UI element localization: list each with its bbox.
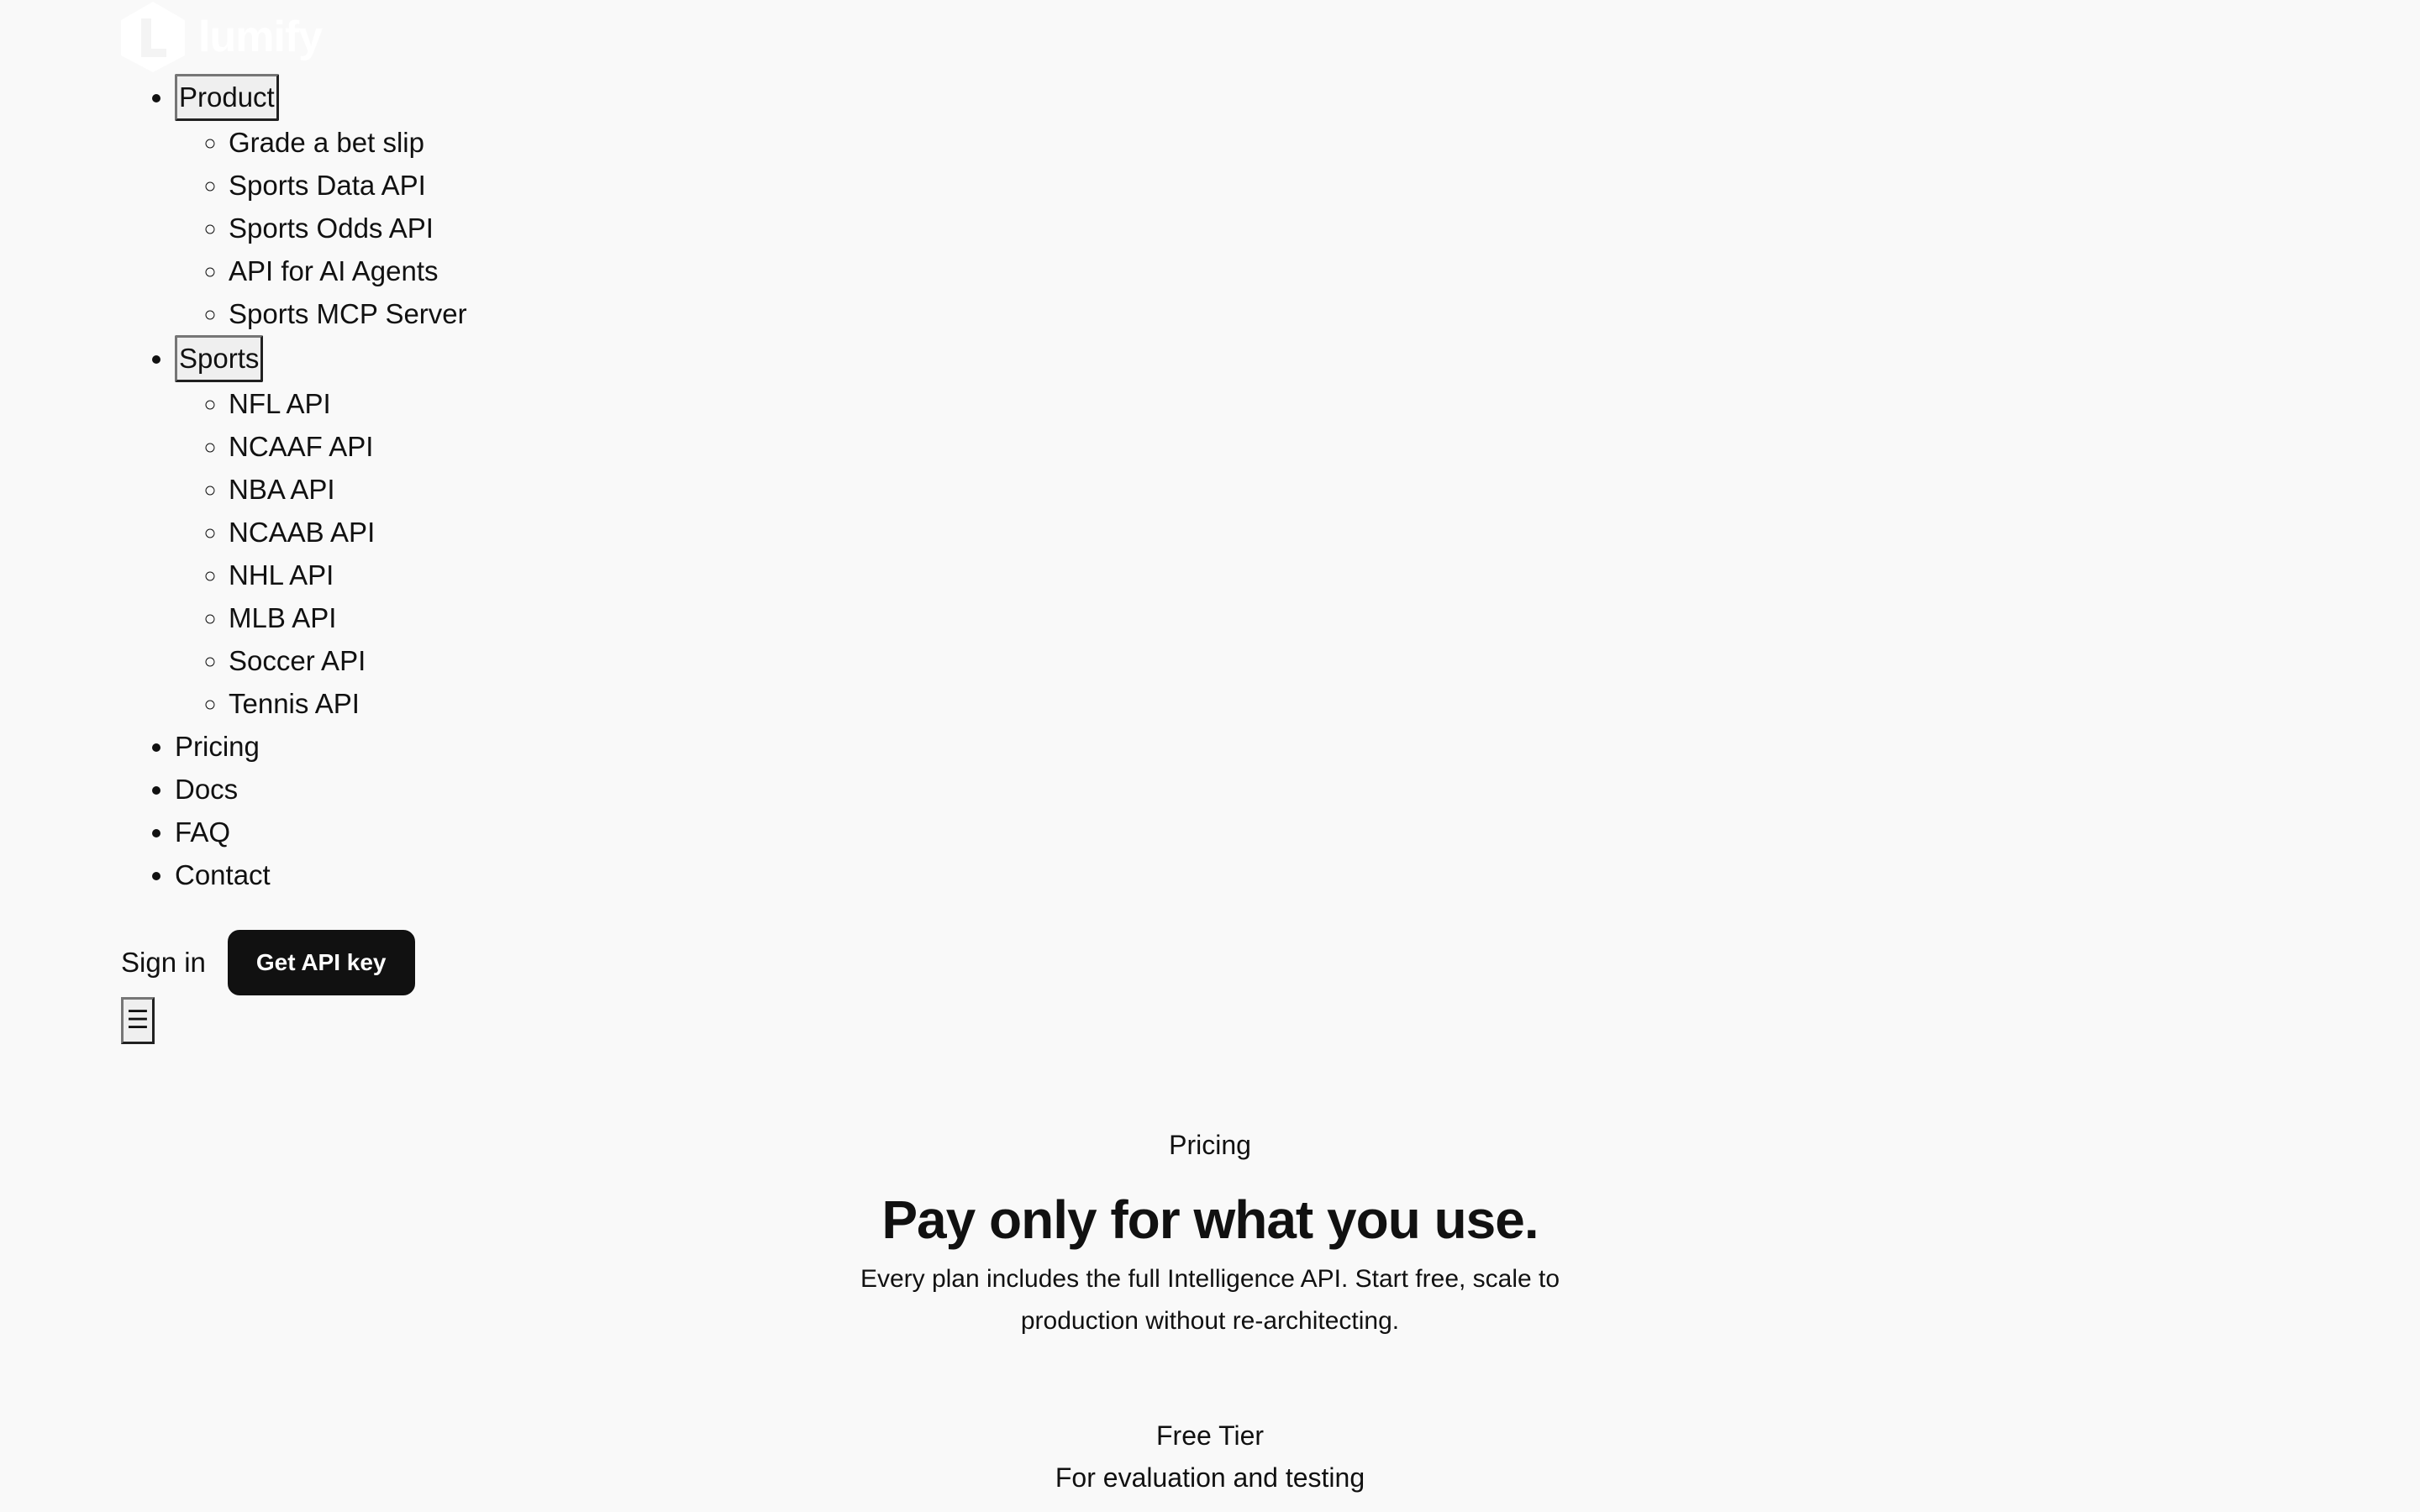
ncaaf-api-link[interactable]: NCAAF API bbox=[229, 431, 373, 462]
contact-link[interactable]: Contact bbox=[175, 859, 271, 890]
soccer-api-link[interactable]: Soccer API bbox=[229, 645, 366, 676]
sports-submenu: NFL API NCAAF API NBA API NCAAB API NHL … bbox=[175, 382, 467, 725]
pricing-link[interactable]: Pricing bbox=[175, 731, 260, 762]
sports-odds-api-link[interactable]: Sports Odds API bbox=[229, 213, 434, 244]
section-eyebrow: Pricing bbox=[1169, 1130, 1251, 1160]
plan-card-free: Free Tier For evaluation and testing bbox=[0, 1415, 2420, 1499]
grade-bet-slip-link[interactable]: Grade a bet slip bbox=[229, 127, 424, 158]
nba-api-link[interactable]: NBA API bbox=[229, 474, 335, 505]
product-submenu-item: Sports Data API bbox=[229, 164, 467, 207]
sports-submenu-item: MLB API bbox=[229, 596, 467, 639]
api-for-ai-agents-link[interactable]: API for AI Agents bbox=[229, 255, 438, 286]
brand-name: lumify bbox=[198, 13, 323, 61]
sports-submenu-item: NBA API bbox=[229, 468, 467, 511]
product-submenu-item: Sports MCP Server bbox=[229, 292, 467, 335]
sports-submenu-item: NCAAB API bbox=[229, 511, 467, 554]
nhl-api-link[interactable]: NHL API bbox=[229, 559, 334, 591]
product-submenu: Grade a bet slip Sports Data API Sports … bbox=[175, 121, 467, 335]
nav-item-product: Product Grade a bet slip Sports Data API… bbox=[175, 74, 467, 335]
page-title: Pay only for what you use. bbox=[881, 1189, 1539, 1250]
plan-description: For evaluation and testing bbox=[1055, 1462, 1365, 1493]
sign-in-link[interactable]: Sign in bbox=[121, 947, 206, 979]
main-nav: Product Grade a bet slip Sports Data API… bbox=[0, 74, 467, 896]
product-submenu-item: Grade a bet slip bbox=[229, 121, 467, 164]
sports-mcp-server-link[interactable]: Sports MCP Server bbox=[229, 298, 467, 329]
lumify-logo-icon bbox=[121, 2, 185, 72]
product-submenu-item: API for AI Agents bbox=[229, 249, 467, 292]
sports-submenu-item: NFL API bbox=[229, 382, 467, 425]
docs-link[interactable]: Docs bbox=[175, 774, 238, 805]
hero-subtext: Every plan includes the full Intelligenc… bbox=[860, 1265, 1560, 1335]
sports-submenu-item: Tennis API bbox=[229, 682, 467, 725]
sports-menu-button[interactable]: Sports bbox=[175, 335, 264, 382]
tennis-api-link[interactable]: Tennis API bbox=[229, 688, 360, 719]
nav-item-docs: Docs bbox=[175, 768, 467, 811]
product-submenu-item: Sports Odds API bbox=[229, 207, 467, 249]
mlb-api-link[interactable]: MLB API bbox=[229, 602, 336, 633]
header-actions: Sign in Get API key bbox=[121, 930, 415, 995]
faq-link[interactable]: FAQ bbox=[175, 816, 230, 848]
hamburger-icon[interactable]: ☰ bbox=[121, 997, 155, 1044]
sports-submenu-item: Soccer API bbox=[229, 639, 467, 682]
sports-submenu-item: NCAAF API bbox=[229, 425, 467, 468]
pricing-hero: Pricing Pay only for what you use. Every… bbox=[0, 1124, 2420, 1499]
nfl-api-link[interactable]: NFL API bbox=[229, 388, 331, 419]
get-api-key-button[interactable]: Get API key bbox=[227, 930, 415, 995]
product-menu-button[interactable]: Product bbox=[175, 74, 279, 121]
nav-item-pricing: Pricing bbox=[175, 725, 467, 768]
plan-name: Free Tier bbox=[1155, 1420, 1265, 1451]
nav-item-contact: Contact bbox=[175, 853, 467, 896]
ncaab-api-link[interactable]: NCAAB API bbox=[229, 517, 375, 548]
nav-item-faq: FAQ bbox=[175, 811, 467, 853]
sports-submenu-item: NHL API bbox=[229, 554, 467, 596]
sports-data-api-link[interactable]: Sports Data API bbox=[229, 170, 426, 201]
nav-item-sports: Sports NFL API NCAAF API NBA API NCAAB A… bbox=[175, 335, 467, 725]
brand-logo[interactable]: lumify bbox=[118, 0, 323, 74]
